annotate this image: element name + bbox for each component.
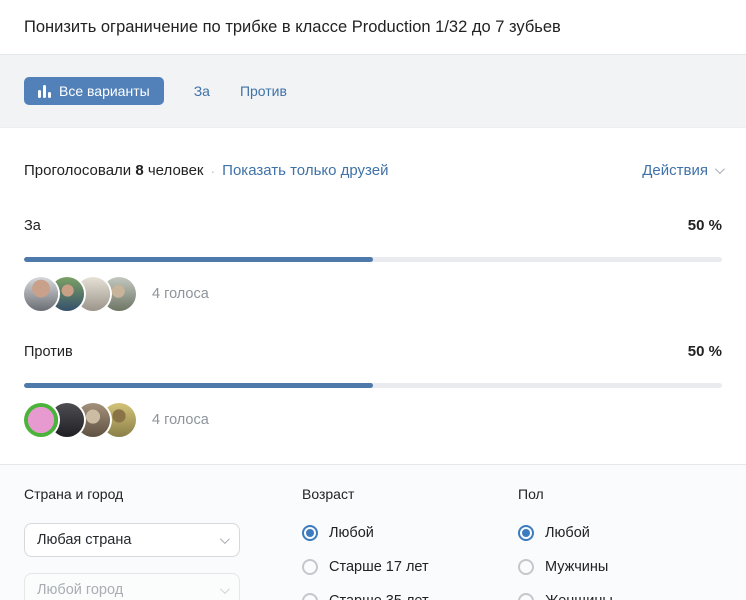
gender-option-any[interactable]: Любой <box>518 523 688 542</box>
filter-location-label: Страна и город <box>24 486 124 502</box>
filter-gender-label: Пол <box>518 486 544 502</box>
progress-track <box>24 383 722 388</box>
radio-icon[interactable] <box>518 558 534 575</box>
progress-track <box>24 257 722 262</box>
poll-results: Проголосовали 8 человек · Показать тольк… <box>0 128 746 437</box>
tab-bar: Все варианты За Против <box>0 55 746 128</box>
voters-row: 4 голоса <box>24 403 722 437</box>
filter-age: Возраст Любой Старше 17 лет Старше 35 ле… <box>302 486 472 600</box>
country-select[interactable]: Любая страна <box>24 523 240 557</box>
gender-option-men[interactable]: Мужчины <box>518 557 688 576</box>
age-option-35[interactable]: Старше 35 лет <box>302 591 472 600</box>
bar-chart-icon <box>38 84 51 98</box>
voters-row: 4 голоса <box>24 277 722 311</box>
voted-suffix: человек <box>147 162 204 179</box>
chevron-down-icon <box>219 583 230 594</box>
progress-fill <box>24 257 373 262</box>
dot-separator: · <box>210 162 216 179</box>
radio-label[interactable]: Мужчины <box>545 559 608 575</box>
actions-dropdown[interactable]: Действия <box>642 162 725 179</box>
option-percent: 50 % <box>687 343 722 360</box>
poll-header: Понизить ограничение по трибке в классе … <box>0 0 746 55</box>
tab-all-variants[interactable]: Все варианты <box>24 77 164 105</box>
option-head: За 50 % <box>24 217 722 234</box>
voter-avatar[interactable] <box>24 277 58 311</box>
voter-avatars <box>24 403 136 437</box>
voted-prefix: Проголосовали <box>24 162 132 179</box>
voted-count: 8 <box>135 162 144 179</box>
radio-label[interactable]: Любой <box>329 525 374 541</box>
option-label: Против <box>24 344 73 360</box>
radio-label[interactable]: Старше 17 лет <box>329 559 429 575</box>
chevron-down-icon <box>219 533 230 544</box>
radio-label[interactable]: Женщины <box>545 593 613 600</box>
option-head: Против 50 % <box>24 343 722 360</box>
radio-label[interactable]: Старше 35 лет <box>329 593 429 600</box>
filter-age-label: Возраст <box>302 486 355 502</box>
city-select[interactable]: Любой город <box>24 573 240 600</box>
age-option-any[interactable]: Любой <box>302 523 472 542</box>
poll-option-against: Против 50 % 4 голоса <box>24 343 722 437</box>
filter-location: Страна и город Любая страна Любой город <box>24 486 240 600</box>
summary-row: Проголосовали 8 человек · Показать тольк… <box>24 162 725 179</box>
option-percent: 50 % <box>687 217 722 234</box>
progress-fill <box>24 383 373 388</box>
radio-icon[interactable] <box>302 592 318 600</box>
show-friends-link[interactable]: Показать только друзей <box>222 162 388 179</box>
gender-option-women[interactable]: Женщины <box>518 591 688 600</box>
poll-option-for: За 50 % 4 голоса <box>24 217 722 311</box>
filter-gender: Пол Любой Мужчины Женщины <box>518 486 688 600</box>
chevron-down-icon <box>714 164 725 175</box>
radio-icon[interactable] <box>302 558 318 575</box>
radio-icon[interactable] <box>518 592 534 600</box>
votes-count: 4 голоса <box>152 286 209 302</box>
voter-avatar[interactable] <box>24 403 58 437</box>
radio-icon[interactable] <box>302 524 318 541</box>
age-option-17[interactable]: Старше 17 лет <box>302 557 472 576</box>
country-select-value: Любая страна <box>37 532 132 548</box>
poll-title: Понизить ограничение по трибке в классе … <box>24 18 561 36</box>
filters-panel: Страна и город Любая страна Любой город … <box>0 464 746 600</box>
poll-widget: Понизить ограничение по трибке в классе … <box>0 0 746 600</box>
option-label: За <box>24 218 41 234</box>
tab-against[interactable]: Против <box>240 83 287 99</box>
radio-icon[interactable] <box>518 524 534 541</box>
city-select-placeholder: Любой город <box>37 582 124 598</box>
tab-all-variants-label: Все варианты <box>59 83 150 99</box>
tab-for[interactable]: За <box>194 83 210 99</box>
voter-avatars <box>24 277 136 311</box>
radio-label[interactable]: Любой <box>545 525 590 541</box>
actions-label: Действия <box>642 162 708 179</box>
votes-count: 4 голоса <box>152 412 209 428</box>
